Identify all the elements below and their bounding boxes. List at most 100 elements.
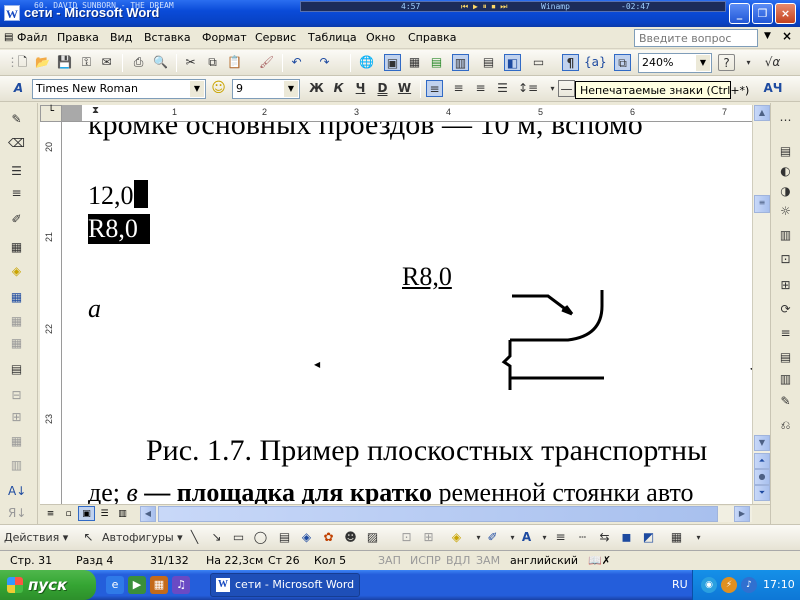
line-style-icon[interactable]: ☰ (8, 163, 25, 180)
align-left-icon[interactable]: ≡ (426, 80, 443, 97)
table-autoformat-icon[interactable]: ▦ (8, 433, 25, 450)
toolbar-options-icon[interactable]: ▾ (690, 529, 707, 546)
line-style-icon[interactable]: ≡ (552, 529, 569, 546)
crop-icon[interactable]: ◐ (777, 163, 794, 180)
print-icon[interactable]: ⎙ (130, 54, 147, 71)
status-column[interactable]: Кол 5 (314, 554, 346, 567)
ungroup-icon[interactable]: ⊞ (420, 529, 437, 546)
reading-view-icon[interactable]: ▥ (114, 506, 131, 521)
shading-color-icon[interactable]: ◈ (8, 263, 25, 280)
menu-help[interactable]: Справка (408, 31, 456, 44)
diagram-icon[interactable]: ✿ (320, 529, 337, 546)
menu-format[interactable]: Формат (202, 31, 247, 44)
hyperlink-icon[interactable]: 🌐 (358, 54, 375, 71)
insert-table-icon[interactable]: ▦ (406, 54, 423, 71)
close-button[interactable]: × (775, 3, 796, 24)
new-document-icon[interactable]: 🗋 (14, 54, 31, 71)
split-cells-icon[interactable]: ▦ (8, 335, 25, 352)
status-at[interactable]: На 22,3см (206, 554, 263, 567)
scroll-left-icon[interactable]: ◀ (140, 506, 156, 522)
color-icon[interactable]: ▥ (777, 227, 794, 244)
format-painter-icon[interactable]: 🖌 (258, 54, 275, 71)
font-size-select[interactable]: 9 ▼ (232, 79, 300, 99)
chevron-down-icon[interactable]: ▾ (536, 529, 553, 546)
distribute-rows-icon[interactable]: ⊟ (8, 387, 25, 404)
status-language[interactable]: английский (510, 554, 578, 567)
quick-launch-icon[interactable]: ♫ (172, 576, 190, 594)
taskbar-word-button[interactable]: W сети - Microsoft Word (210, 573, 360, 597)
font-color-icon[interactable]: A (518, 529, 535, 546)
3d-style-icon[interactable]: ◩ (640, 529, 657, 546)
text-direction-icon[interactable]: ▥ (8, 457, 25, 474)
align-right-icon[interactable]: ≡ (472, 80, 489, 97)
save-icon[interactable]: 💾 (56, 54, 73, 71)
select-browse-object-icon[interactable]: ● (754, 469, 770, 485)
show-formatting-icon[interactable]: ¶ (562, 54, 579, 71)
language-indicator[interactable]: RU (672, 578, 688, 591)
group-icon[interactable]: ⊡ (398, 529, 415, 546)
outline-view-icon[interactable]: ☰ (96, 506, 113, 521)
horizontal-ruler[interactable]: 1 2 3 4 5 6 7 ⧗ (62, 105, 752, 122)
redo-icon[interactable]: ↷ (316, 54, 333, 71)
border-color-icon[interactable]: ✐ (8, 211, 25, 228)
set-transparent-icon[interactable]: ✎ (777, 393, 794, 410)
status-record[interactable]: ЗАП (378, 554, 401, 567)
sort-descending-icon[interactable]: Я↓ (8, 505, 26, 522)
reading-mode-icon[interactable]: ▭ (530, 54, 547, 71)
winamp-controls-icon[interactable]: ⏮ ▶ ⏸ ⏹ ⏭ (461, 2, 507, 12)
drawing-icon[interactable]: ▤ (480, 54, 497, 71)
align-center-icon[interactable]: ≡ (450, 80, 467, 97)
scroll-thumb[interactable]: ≡ (754, 195, 770, 213)
scroll-up-icon[interactable]: ▲ (754, 105, 770, 121)
indent-marker-icon[interactable]: ⧗ (92, 105, 99, 116)
chevron-down-icon[interactable]: ▼ (284, 81, 298, 97)
normal-view-icon[interactable]: ≡ (42, 506, 59, 521)
reset-picture-icon[interactable]: ⎌ (777, 417, 794, 434)
distribute-columns-icon[interactable]: ⊞ (8, 409, 25, 426)
underline-button[interactable]: Ч (352, 80, 369, 97)
status-section[interactable]: Разд 4 (76, 554, 113, 567)
style-icon[interactable]: {a} (584, 54, 607, 71)
help-question-input[interactable]: Введите вопрос (634, 29, 758, 47)
read-icon[interactable]: ⧉ (614, 54, 631, 71)
picture-icon[interactable]: ⊡ (777, 251, 794, 268)
open-folder-icon[interactable]: 📂 (34, 54, 51, 71)
menu-insert[interactable]: Вставка (144, 31, 191, 44)
zoom-select[interactable]: 240% ▼ (638, 53, 712, 73)
selected-text-r8[interactable]: R8,0 (88, 214, 150, 244)
double-underline-button[interactable]: D (374, 80, 391, 97)
help-icon[interactable]: ? (718, 54, 735, 71)
status-page[interactable]: Стр. 31 (10, 554, 52, 567)
word-app-icon[interactable]: W (4, 5, 20, 21)
font-select[interactable]: Times New Roman ▼ (32, 79, 206, 99)
document-map-icon[interactable]: ◧ (504, 54, 521, 71)
copy-icon[interactable]: ⧉ (204, 54, 221, 71)
print-view-icon[interactable]: ▣ (78, 506, 95, 521)
title-bar[interactable]: W 60. DAVID SUNBORN - THE DREAM сети - M… (0, 0, 800, 27)
dash-style-icon[interactable]: ┄ (574, 529, 591, 546)
arrow-icon[interactable]: ↘ (208, 529, 225, 546)
document-page[interactable]: кромке основных проездов — 10 м, вспомо … (62, 122, 752, 504)
format-picture-icon[interactable]: ▥ (777, 371, 794, 388)
horizontal-scroll-thumb[interactable] (158, 506, 718, 522)
sort-ascending-icon[interactable]: A↓ (8, 483, 26, 500)
print-preview-icon[interactable]: 🔍 (152, 54, 169, 71)
contrast-icon[interactable]: ◑ (777, 183, 794, 200)
tab-selector[interactable]: └ (40, 105, 62, 122)
winamp-tray-icon[interactable]: ⚡ (721, 577, 737, 593)
line-spacing-icon[interactable]: ↕≡ (518, 80, 538, 97)
paste-icon[interactable]: 📋 (226, 54, 243, 71)
justify-icon[interactable]: ☰ (494, 80, 511, 97)
styles-pane-icon[interactable]: A (10, 80, 27, 97)
select-objects-icon[interactable]: ↖ (80, 529, 97, 546)
status-extend[interactable]: ВДЛ (446, 554, 470, 567)
clip-art-icon[interactable]: ☻ (342, 529, 359, 546)
text-wrapping-icon[interactable]: ▤ (777, 349, 794, 366)
line-icon[interactable]: ╲ (186, 529, 203, 546)
spelling-status-icon[interactable]: 📖✗ (588, 554, 611, 567)
bold-button[interactable]: Ж (308, 80, 325, 97)
pencil-icon[interactable]: ✎ (8, 111, 25, 128)
document-close-button[interactable]: × (782, 29, 792, 43)
menu-edit[interactable]: Правка (57, 31, 99, 44)
fill-color-icon[interactable]: ◈ (448, 529, 465, 546)
